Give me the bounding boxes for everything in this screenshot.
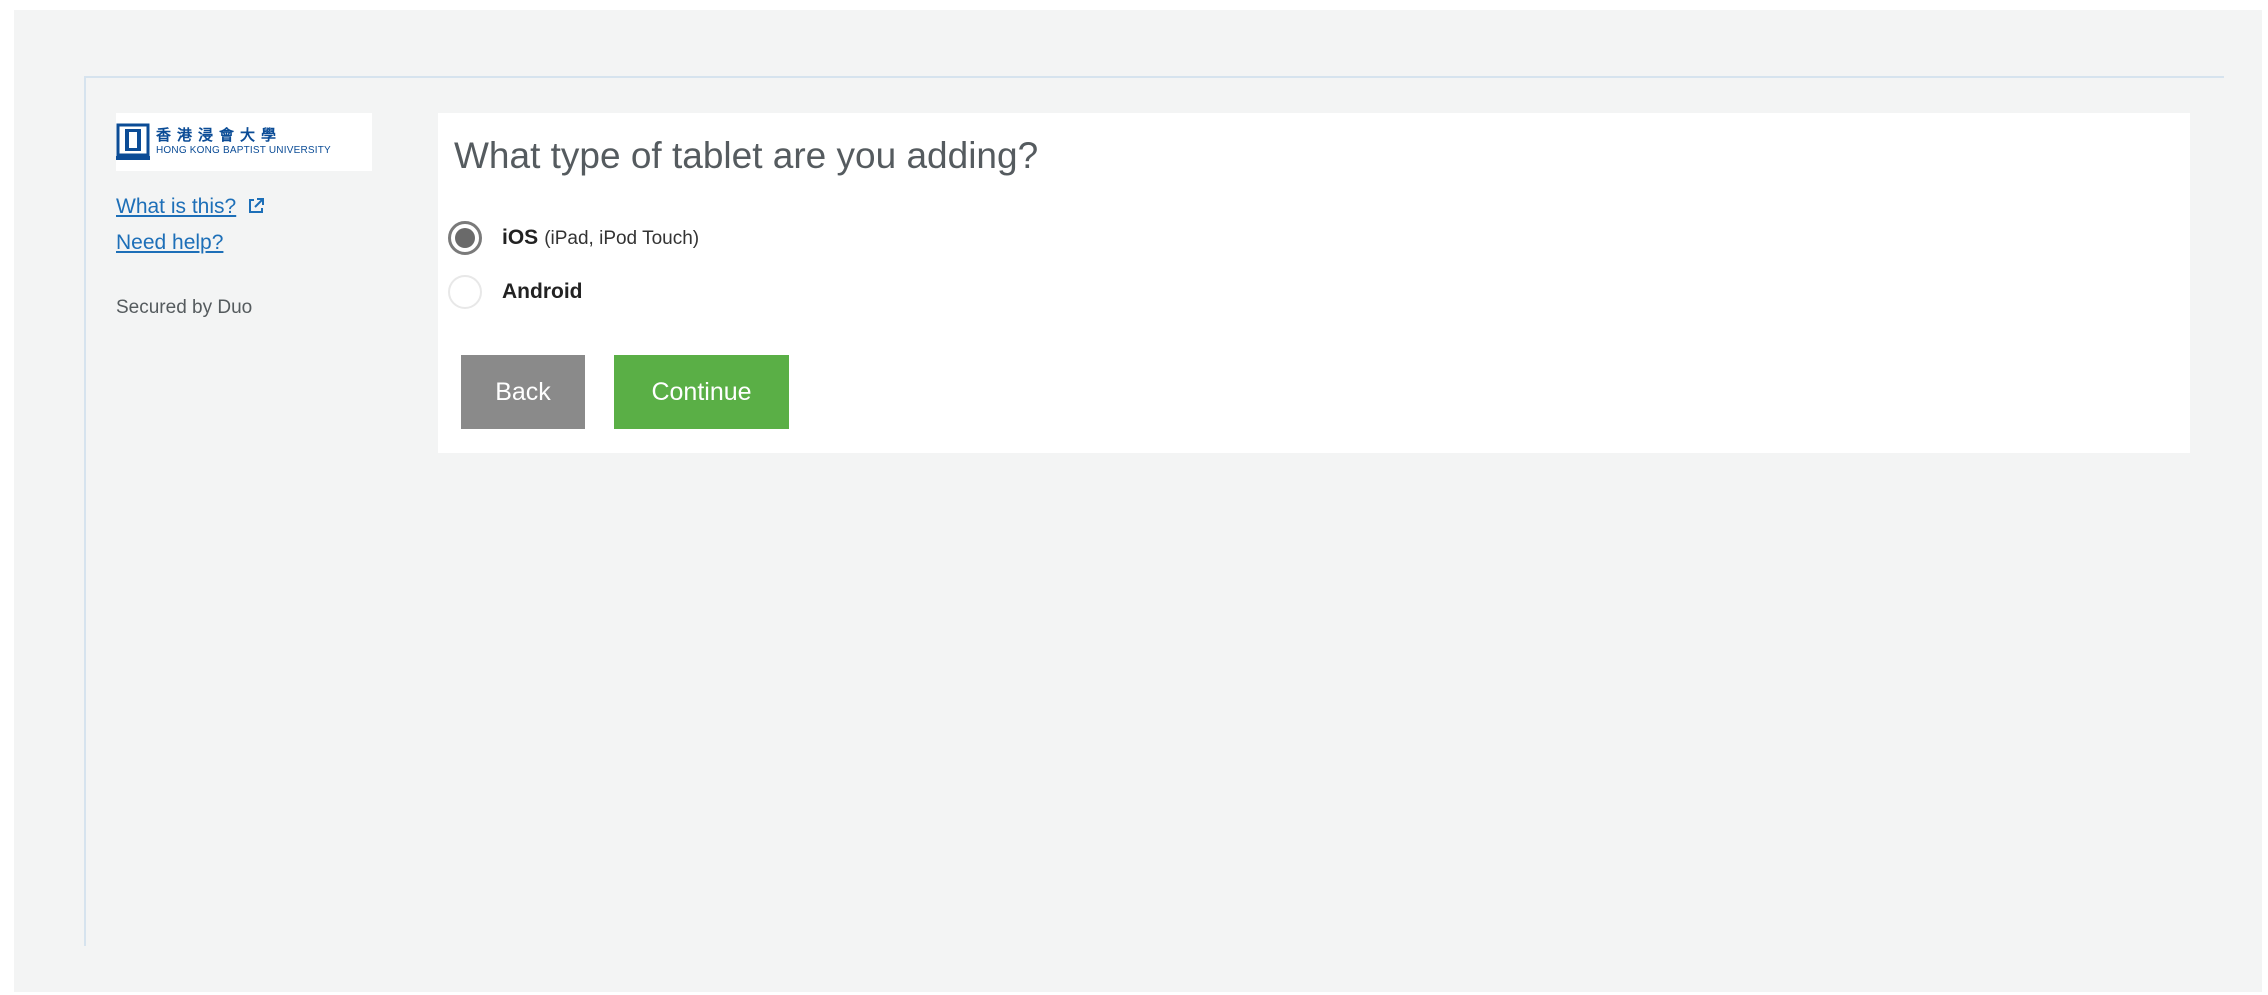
divider-left [84,76,86,946]
logo-chinese-text: 香港浸會大學 [156,127,283,144]
need-help-link[interactable]: Need help? [116,231,223,255]
hkbu-crest-icon [116,123,150,160]
ios-radio[interactable] [448,221,482,255]
divider-top [84,76,2224,78]
option-android[interactable]: Android [448,275,582,309]
ios-detail: (iPad, iPod Touch) [544,228,700,249]
back-button[interactable]: Back [461,355,585,429]
what-is-this-link[interactable]: What is this? [116,195,236,219]
sidebar: 香港浸會大學 HONG KONG BAPTIST UNIVERSITY What… [116,113,376,318]
page-frame: 香港浸會大學 HONG KONG BAPTIST UNIVERSITY What… [14,10,2262,992]
secured-by-duo: Secured by Duo [116,297,253,318]
logo-english-text: HONG KONG BAPTIST UNIVERSITY [156,145,331,156]
option-ios[interactable]: iOS (iPad, iPod Touch) [448,221,699,255]
android-label: Android [502,280,583,303]
page-title: What type of tablet are you adding? [454,135,1039,176]
device-type-panel: What type of tablet are you adding? iOS(… [438,113,2190,453]
android-radio[interactable] [448,275,482,309]
external-link-icon[interactable] [247,197,265,220]
hkbu-logo: 香港浸會大學 HONG KONG BAPTIST UNIVERSITY [116,113,372,171]
continue-button[interactable]: Continue [614,355,789,429]
ios-label: iOS [502,226,539,249]
